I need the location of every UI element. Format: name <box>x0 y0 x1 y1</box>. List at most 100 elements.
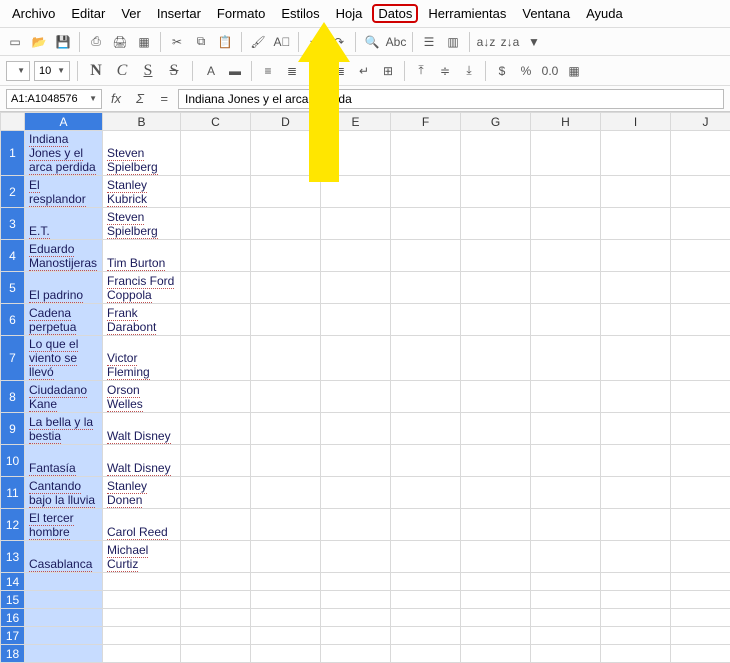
row-header[interactable]: 16 <box>1 609 25 627</box>
sum-icon[interactable]: Σ <box>130 89 150 109</box>
cell[interactable] <box>391 645 461 663</box>
cell[interactable] <box>391 541 461 573</box>
cell[interactable]: Indiana Jones y el arca perdida <box>25 131 103 176</box>
cell[interactable] <box>321 591 391 609</box>
undo-icon[interactable]: ↶ <box>304 31 326 53</box>
cell[interactable] <box>531 609 601 627</box>
date-icon[interactable]: ▦ <box>563 60 585 82</box>
cell[interactable] <box>461 477 531 509</box>
cell[interactable]: Cadena perpetua <box>25 304 103 336</box>
merge-cells-icon[interactable]: ⊞ <box>377 60 399 82</box>
row-header[interactable]: 13 <box>1 541 25 573</box>
cell[interactable] <box>181 573 251 591</box>
percent-icon[interactable]: % <box>515 60 537 82</box>
cell[interactable]: Stanley Donen <box>103 477 181 509</box>
cell[interactable]: Steven Spielberg <box>103 131 181 176</box>
wrap-text-icon[interactable]: ↵ <box>353 60 375 82</box>
cell[interactable] <box>181 509 251 541</box>
cell[interactable] <box>601 208 671 240</box>
row-header[interactable]: 6 <box>1 304 25 336</box>
cell[interactable]: Frank Darabont <box>103 304 181 336</box>
row-header[interactable]: 14 <box>1 573 25 591</box>
cell[interactable] <box>531 541 601 573</box>
clone-fmt-icon[interactable]: 🖌 <box>247 31 269 53</box>
cell[interactable] <box>461 609 531 627</box>
row-header[interactable]: 2 <box>1 176 25 208</box>
cell[interactable] <box>671 627 730 645</box>
align-left-icon[interactable]: ≡ <box>257 60 279 82</box>
cell[interactable] <box>671 609 730 627</box>
menu-formato[interactable]: Formato <box>211 4 271 23</box>
cell[interactable] <box>671 645 730 663</box>
cell[interactable] <box>671 208 730 240</box>
valign-middle-icon[interactable]: ≑ <box>434 60 456 82</box>
cell[interactable] <box>671 381 730 413</box>
cell[interactable] <box>671 445 730 477</box>
cell[interactable] <box>461 591 531 609</box>
cell[interactable] <box>671 413 730 445</box>
cell[interactable] <box>601 445 671 477</box>
cell[interactable] <box>671 591 730 609</box>
column-header-D[interactable]: D <box>251 113 321 131</box>
cell[interactable] <box>321 381 391 413</box>
cell[interactable] <box>181 131 251 176</box>
cell[interactable]: Fantasía <box>25 445 103 477</box>
cell[interactable] <box>391 477 461 509</box>
cell[interactable] <box>531 304 601 336</box>
cell[interactable] <box>25 591 103 609</box>
cell[interactable] <box>251 627 321 645</box>
cell[interactable] <box>461 509 531 541</box>
cell[interactable] <box>251 272 321 304</box>
cell[interactable] <box>461 573 531 591</box>
cell[interactable] <box>601 336 671 381</box>
cell[interactable] <box>321 609 391 627</box>
column-header-J[interactable]: J <box>671 113 730 131</box>
row-header[interactable]: 8 <box>1 381 25 413</box>
align-center-icon[interactable]: ≣ <box>281 60 303 82</box>
cell[interactable] <box>601 627 671 645</box>
cell[interactable] <box>461 413 531 445</box>
cell[interactable] <box>531 627 601 645</box>
cell[interactable] <box>531 573 601 591</box>
cell[interactable] <box>181 208 251 240</box>
cell[interactable] <box>531 591 601 609</box>
cell[interactable] <box>391 381 461 413</box>
menu-editar[interactable]: Editar <box>65 4 111 23</box>
col-icon[interactable]: ▥ <box>442 31 464 53</box>
cell[interactable] <box>391 445 461 477</box>
cell[interactable]: Cantando bajo la lluvia <box>25 477 103 509</box>
cell[interactable]: Tim Burton <box>103 240 181 272</box>
cell[interactable] <box>321 240 391 272</box>
row-header[interactable]: 11 <box>1 477 25 509</box>
cell[interactable] <box>601 609 671 627</box>
cell[interactable] <box>181 645 251 663</box>
cell[interactable] <box>181 272 251 304</box>
number-icon[interactable]: 0.0 <box>539 60 561 82</box>
cell[interactable] <box>671 240 730 272</box>
cell[interactable] <box>601 176 671 208</box>
cell[interactable]: El resplandor <box>25 176 103 208</box>
cell[interactable] <box>103 627 181 645</box>
highlight-color-icon[interactable]: ▬ <box>224 60 246 82</box>
column-header-A[interactable]: A <box>25 113 103 131</box>
font-color-icon[interactable]: A <box>200 60 222 82</box>
row-header[interactable]: 1 <box>1 131 25 176</box>
cell[interactable] <box>461 176 531 208</box>
cell[interactable] <box>671 131 730 176</box>
cell[interactable] <box>671 573 730 591</box>
print-icon[interactable]: 🖨 <box>109 31 131 53</box>
sort-desc-icon[interactable]: z↓a <box>499 31 521 53</box>
cell[interactable] <box>531 208 601 240</box>
cell[interactable] <box>391 591 461 609</box>
currency-icon[interactable]: $ <box>491 60 513 82</box>
cell[interactable] <box>671 176 730 208</box>
menu-ayuda[interactable]: Ayuda <box>580 4 629 23</box>
column-header-F[interactable]: F <box>391 113 461 131</box>
font-size-combo[interactable]: 10▼ <box>34 61 70 81</box>
cell[interactable] <box>461 645 531 663</box>
cell[interactable] <box>25 627 103 645</box>
cell[interactable] <box>103 591 181 609</box>
cell[interactable] <box>461 208 531 240</box>
cell[interactable]: Francis Ford Coppola <box>103 272 181 304</box>
redo-icon[interactable]: ↷ <box>328 31 350 53</box>
